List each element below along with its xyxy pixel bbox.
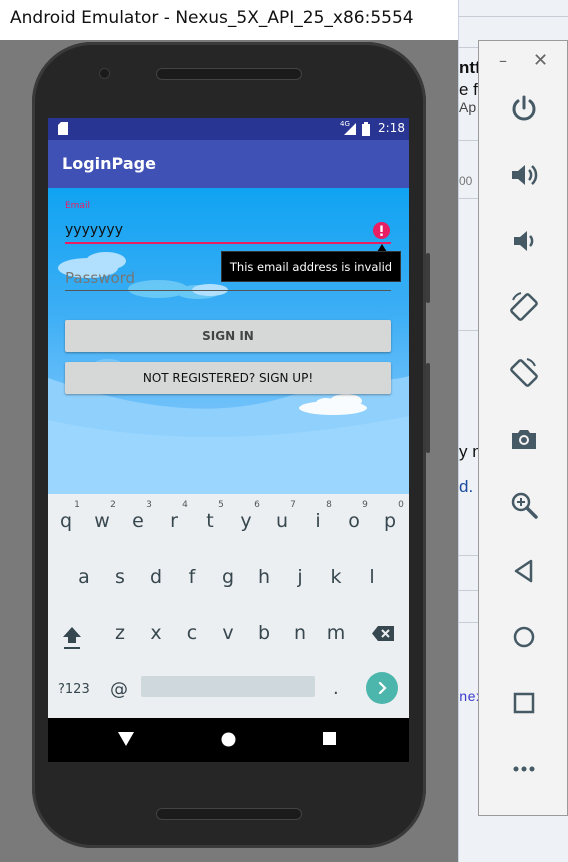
- power-icon[interactable]: [507, 91, 541, 125]
- enter-button[interactable]: [366, 672, 398, 704]
- chevron-right-icon: [378, 681, 387, 695]
- front-camera: [100, 69, 109, 78]
- nav-back-icon[interactable]: [118, 732, 134, 746]
- ide-fragment: Ap: [459, 99, 477, 115]
- key-d[interactable]: d: [141, 566, 171, 588]
- email-label: Email: [65, 201, 90, 211]
- back-icon[interactable]: [507, 554, 541, 588]
- key-s[interactable]: s: [105, 566, 135, 588]
- top-speaker: [156, 68, 302, 80]
- key-t[interactable]: t: [195, 510, 225, 532]
- close-icon[interactable]: ✕: [533, 50, 548, 71]
- password-placeholder: Password: [65, 269, 136, 287]
- sign-up-label: NOT REGISTERED? SIGN UP!: [142, 371, 314, 385]
- key-e[interactable]: e: [123, 510, 153, 532]
- app-bar: LoginPage: [48, 140, 409, 188]
- overview-icon[interactable]: [507, 686, 541, 720]
- key-c[interactable]: c: [177, 622, 207, 644]
- error-icon: [373, 222, 390, 239]
- minimize-icon[interactable]: –: [499, 51, 507, 70]
- key-m[interactable]: m: [321, 622, 351, 644]
- key-y[interactable]: y: [231, 510, 261, 532]
- login-form-area: Email yyyyyyy Password This email addres…: [48, 188, 409, 494]
- email-input-value: yyyyyyy: [65, 222, 123, 238]
- status-time: 2:18: [378, 121, 405, 135]
- key-z[interactable]: z: [105, 622, 135, 644]
- email-input[interactable]: yyyyyyy: [65, 220, 391, 244]
- navigation-bar: [48, 718, 409, 762]
- key-hint: 8: [326, 500, 332, 510]
- key-i[interactable]: i: [303, 510, 333, 532]
- period-key[interactable]: .: [333, 678, 339, 699]
- key-w[interactable]: w: [87, 510, 117, 532]
- key-hint: 7: [290, 500, 296, 510]
- home-icon[interactable]: [507, 620, 541, 654]
- emulator-toolbar: – ✕: [478, 40, 568, 816]
- sign-in-label: SIGN IN: [202, 329, 254, 343]
- app-title: LoginPage: [62, 154, 156, 173]
- key-n[interactable]: n: [285, 622, 315, 644]
- key-hint: 2: [110, 500, 116, 510]
- key-hint: 9: [362, 500, 368, 510]
- key-q[interactable]: q: [51, 510, 81, 532]
- error-tooltip: This email address is invalid: [221, 251, 401, 282]
- nav-overview-icon[interactable]: [323, 732, 336, 745]
- symbols-key[interactable]: ?123: [58, 682, 90, 697]
- key-hint: 0: [398, 500, 404, 510]
- key-j[interactable]: j: [285, 566, 315, 588]
- rotate-left-icon[interactable]: [507, 290, 541, 324]
- key-a[interactable]: a: [69, 566, 99, 588]
- ide-fragment: 00: [459, 174, 473, 188]
- key-o[interactable]: o: [339, 510, 369, 532]
- key-r[interactable]: r: [159, 510, 189, 532]
- key-hint: 6: [254, 500, 260, 510]
- sign-up-button[interactable]: NOT REGISTERED? SIGN UP!: [65, 362, 391, 394]
- key-l[interactable]: l: [357, 566, 387, 588]
- key-g[interactable]: g: [213, 566, 243, 588]
- shift-icon[interactable]: [61, 624, 83, 650]
- more-icon[interactable]: [507, 752, 541, 786]
- status-bar: 4G 2:18: [48, 118, 409, 140]
- key-hint: 1: [74, 500, 80, 510]
- spacebar[interactable]: [141, 676, 315, 697]
- emulator-title-bar: Android Emulator - Nexus_5X_API_25_x86:5…: [0, 0, 458, 41]
- key-hint: 5: [218, 500, 224, 510]
- sd-card-icon: [58, 122, 68, 135]
- power-side-button: [426, 253, 430, 303]
- at-key[interactable]: @: [110, 679, 128, 700]
- battery-icon: [362, 122, 370, 136]
- key-u[interactable]: u: [267, 510, 297, 532]
- volume-side-button: [426, 363, 430, 453]
- backspace-icon[interactable]: [371, 625, 395, 642]
- key-v[interactable]: v: [213, 622, 243, 644]
- error-tooltip-text: This email address is invalid: [229, 259, 393, 274]
- key-f[interactable]: f: [177, 566, 207, 588]
- volume-down-icon[interactable]: [507, 224, 541, 258]
- key-hint: 4: [182, 500, 188, 510]
- key-b[interactable]: b: [249, 622, 279, 644]
- key-hint: 3: [146, 500, 152, 510]
- soft-keyboard: 1 2 3 4 5 6 7 8 9 0 q w e r t y u i o p …: [48, 494, 409, 718]
- key-x[interactable]: x: [141, 622, 171, 644]
- key-k[interactable]: k: [321, 566, 351, 588]
- signal-icon: [344, 123, 356, 135]
- device-screen: 4G 2:18 LoginPage Email yyyyyyy Password…: [48, 118, 409, 762]
- zoom-icon[interactable]: [507, 488, 541, 522]
- window-title: Android Emulator - Nexus_5X_API_25_x86:5…: [10, 8, 414, 28]
- key-p[interactable]: p: [375, 510, 405, 532]
- rotate-right-icon[interactable]: [507, 356, 541, 390]
- sign-in-button[interactable]: SIGN IN: [65, 320, 391, 352]
- ide-fragment: e f: [459, 80, 478, 99]
- camera-icon[interactable]: [507, 422, 541, 456]
- nav-home-icon[interactable]: [221, 732, 236, 747]
- bottom-speaker: [156, 808, 302, 820]
- key-h[interactable]: h: [249, 566, 279, 588]
- volume-up-icon[interactable]: [507, 158, 541, 192]
